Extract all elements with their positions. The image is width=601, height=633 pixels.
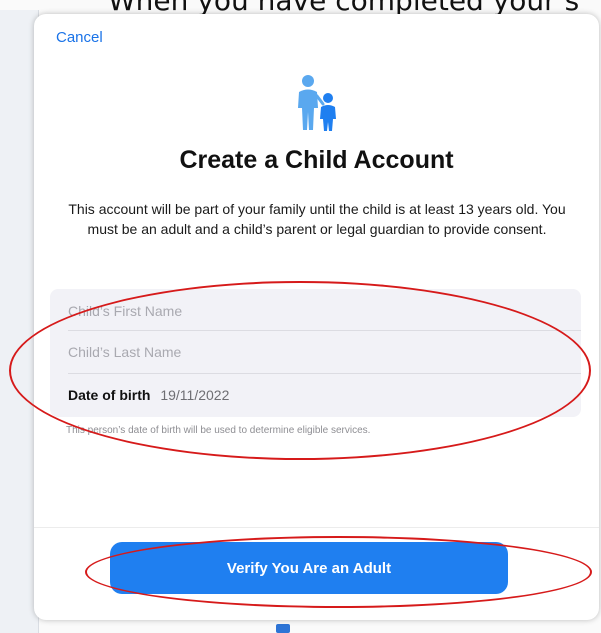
- last-name-field[interactable]: [68, 344, 568, 360]
- first-name-row: [68, 303, 568, 323]
- family-icon: [298, 75, 336, 131]
- cancel-button[interactable]: Cancel: [56, 29, 103, 46]
- create-child-account-sheet: Cancel Create a Child Account This accou…: [34, 14, 599, 620]
- background-toggle-icon: [276, 624, 290, 633]
- divider: [68, 330, 581, 331]
- description-text: This account will be part of your family…: [68, 201, 566, 237]
- date-of-birth-hint: This person’s date of birth will be used…: [66, 425, 371, 436]
- date-of-birth-row[interactable]: Date of birth 19/11/2022: [68, 387, 568, 407]
- verify-adult-button[interactable]: Verify You Are an Adult: [110, 542, 508, 594]
- divider: [34, 527, 599, 528]
- date-of-birth-value[interactable]: 19/11/2022: [160, 387, 229, 403]
- child-details-form: Date of birth 19/11/2022: [50, 289, 581, 417]
- divider: [68, 373, 581, 374]
- date-of-birth-label: Date of birth: [68, 387, 151, 403]
- last-name-row: [68, 344, 568, 364]
- first-name-field[interactable]: [68, 303, 568, 319]
- page-title: Create a Child Account: [179, 146, 454, 174]
